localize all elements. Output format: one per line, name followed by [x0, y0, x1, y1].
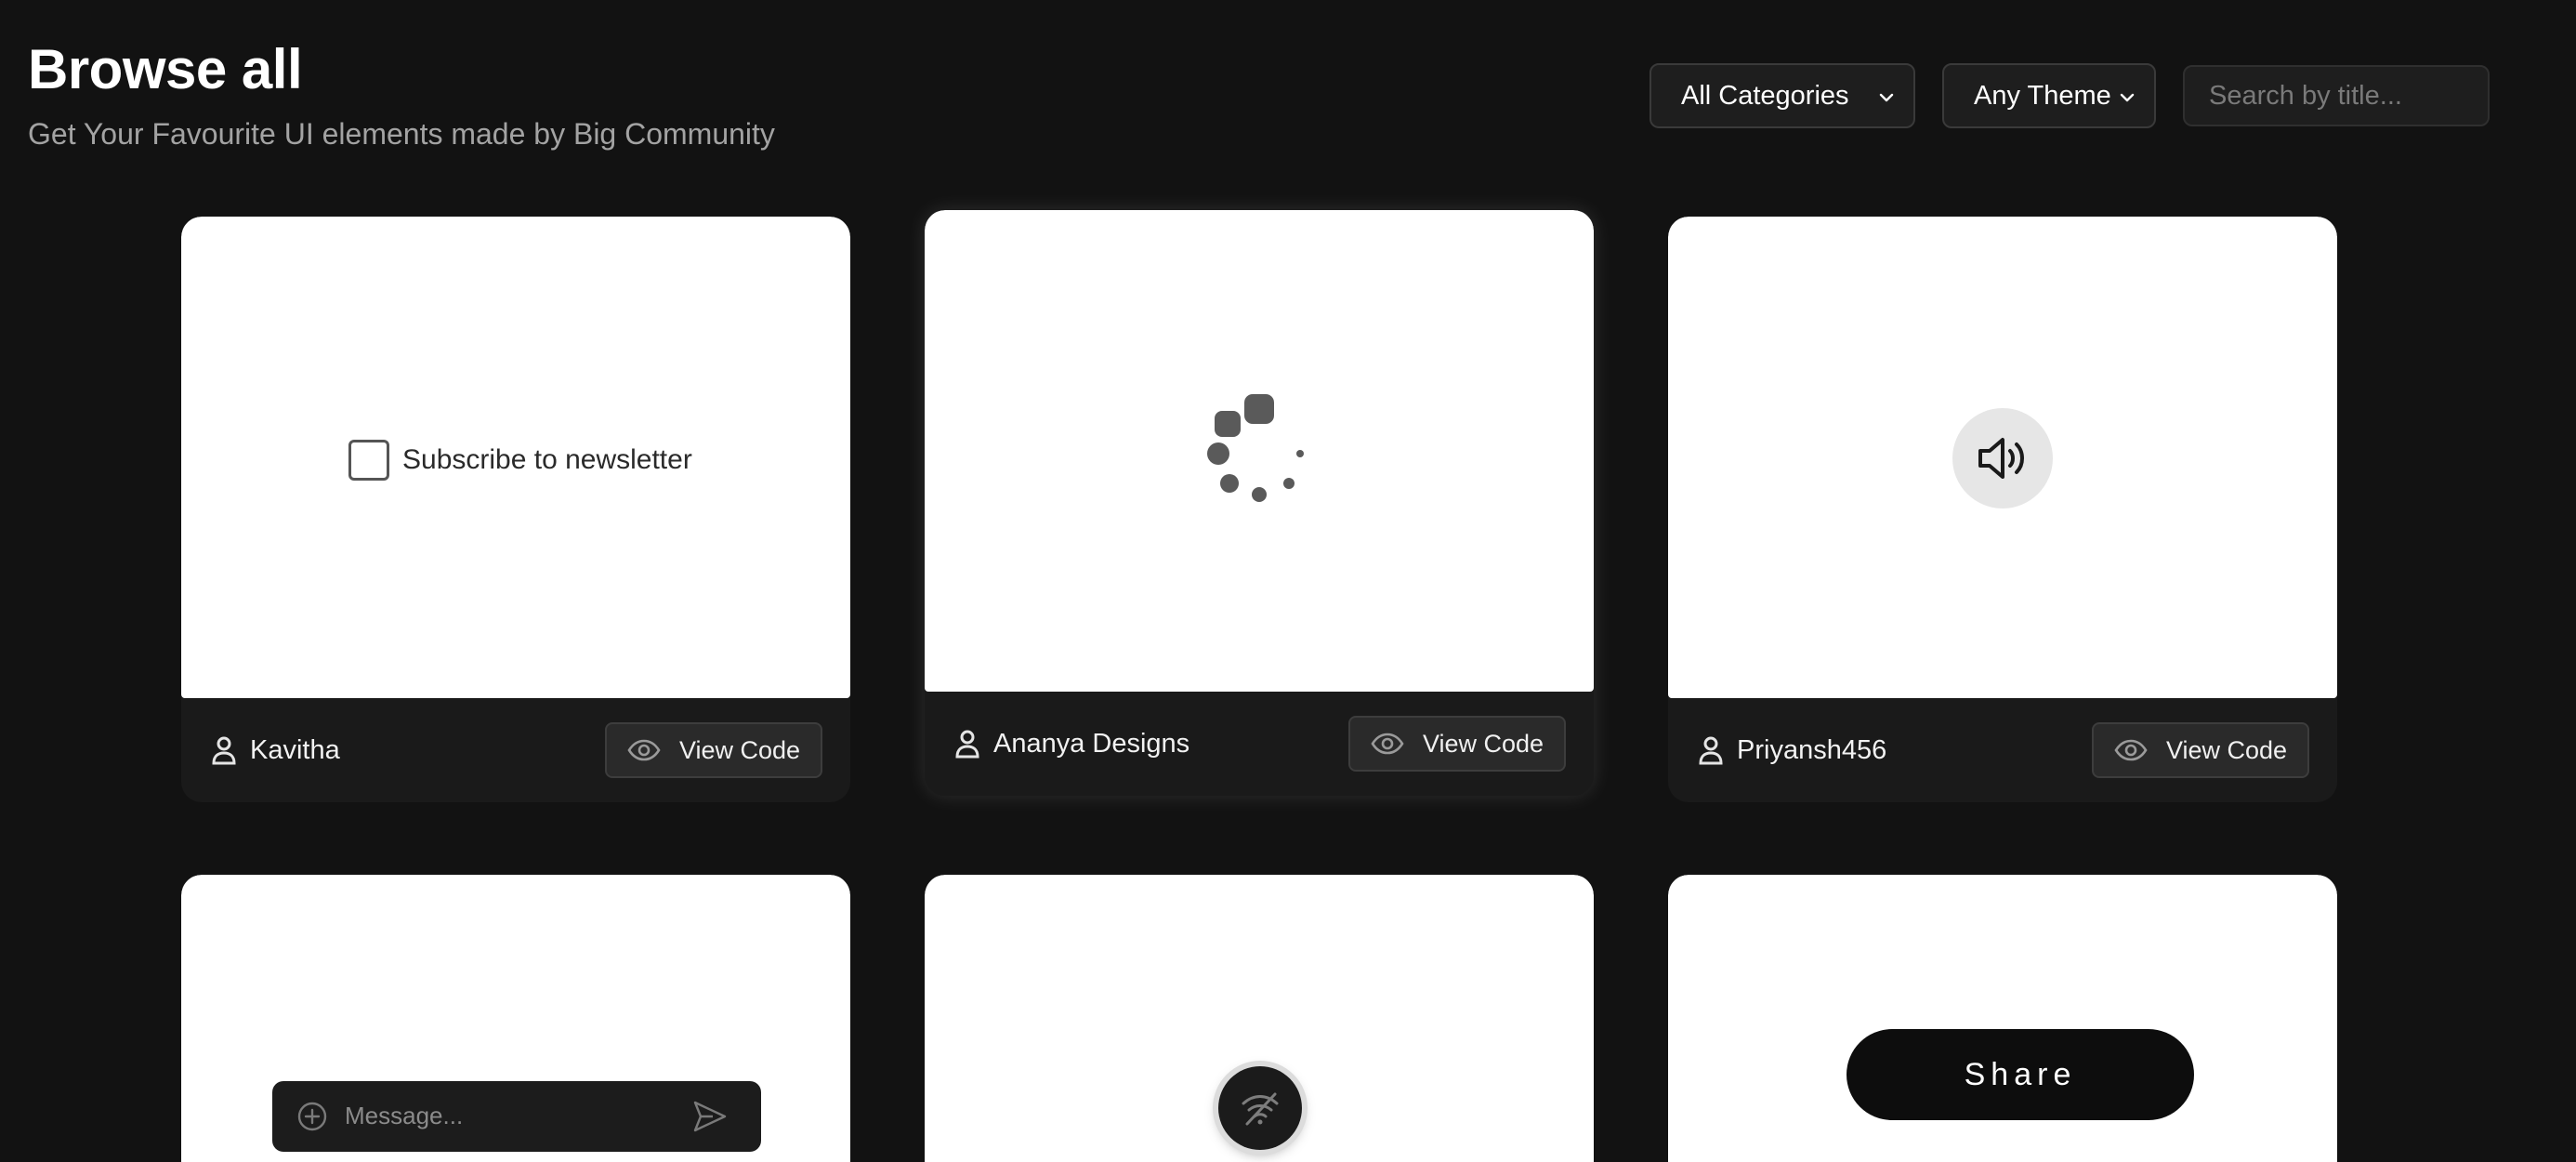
- card-preview: [1668, 217, 2337, 698]
- wifi-toggle-button[interactable]: [1218, 1066, 1302, 1150]
- view-code-button[interactable]: View Code: [2092, 722, 2309, 778]
- component-card: Ananya Designs View Code: [925, 210, 1594, 796]
- card-footer: Ananya Designs View Code: [925, 692, 1594, 794]
- view-code-label: View Code: [2165, 735, 2288, 764]
- card-preview: [925, 875, 1594, 1162]
- view-code-button[interactable]: View Code: [605, 722, 822, 778]
- eye-icon: [1371, 733, 1404, 755]
- card-preview: [925, 210, 1594, 692]
- component-card: [925, 875, 1594, 1162]
- card-author: Kavitha: [211, 733, 340, 767]
- send-icon[interactable]: [692, 1100, 728, 1133]
- chevron-down-icon: [2120, 93, 2135, 102]
- view-code-button[interactable]: View Code: [1348, 716, 1566, 772]
- component-card: Message...: [181, 875, 850, 1162]
- user-icon: [1699, 736, 1723, 765]
- eye-icon: [627, 739, 661, 761]
- card-preview: Message...: [181, 875, 850, 1162]
- category-select-value: All Categories: [1681, 80, 1849, 111]
- share-button[interactable]: Share: [1847, 1029, 2194, 1120]
- component-card: Priyansh456 View Code: [1668, 217, 2337, 802]
- theme-select-value: Any Theme: [1974, 80, 2111, 111]
- search-input[interactable]: [2183, 65, 2490, 126]
- user-icon: [212, 736, 236, 765]
- browse-page: Browse all Get Your Favourite UI element…: [0, 0, 2576, 1162]
- page-title: Browse all: [28, 38, 303, 100]
- author-name: Ananya Designs: [993, 728, 1190, 759]
- card-footer: Priyansh456 View Code: [1668, 698, 2337, 800]
- component-card: Subscribe to newsletter Kavitha View Cod…: [181, 217, 850, 802]
- message-bar: Message...: [272, 1081, 761, 1152]
- author-name: Kavitha: [250, 734, 340, 765]
- theme-select[interactable]: Any Theme: [1942, 63, 2156, 128]
- checkbox-label: Subscribe to newsletter: [402, 444, 692, 475]
- component-card: Share: [1668, 875, 2337, 1162]
- newsletter-checkbox[interactable]: Subscribe to newsletter: [348, 440, 692, 481]
- category-select[interactable]: All Categories: [1649, 63, 1915, 128]
- page-subtitle: Get Your Favourite UI elements made by B…: [28, 117, 775, 151]
- user-icon: [955, 730, 979, 759]
- author-name: Priyansh456: [1737, 734, 1887, 765]
- plus-circle-icon[interactable]: [296, 1101, 328, 1132]
- checkbox-box[interactable]: [348, 440, 389, 481]
- wifi-off-icon: [1242, 1092, 1279, 1126]
- eye-icon: [2114, 739, 2148, 761]
- speaker-icon: [1978, 438, 2024, 479]
- view-code-label: View Code: [1422, 729, 1544, 758]
- dots-spinner-icon: [1207, 394, 1304, 502]
- view-code-label: View Code: [678, 735, 801, 764]
- message-input[interactable]: Message...: [345, 1102, 463, 1130]
- card-preview: Subscribe to newsletter: [181, 217, 850, 698]
- speaker-button[interactable]: [1952, 408, 2053, 508]
- chevron-down-icon: [1879, 93, 1894, 102]
- card-footer: Kavitha View Code: [181, 698, 850, 800]
- card-preview: Share: [1668, 875, 2337, 1162]
- card-author: Ananya Designs: [954, 727, 1189, 760]
- card-author: Priyansh456: [1698, 733, 1886, 767]
